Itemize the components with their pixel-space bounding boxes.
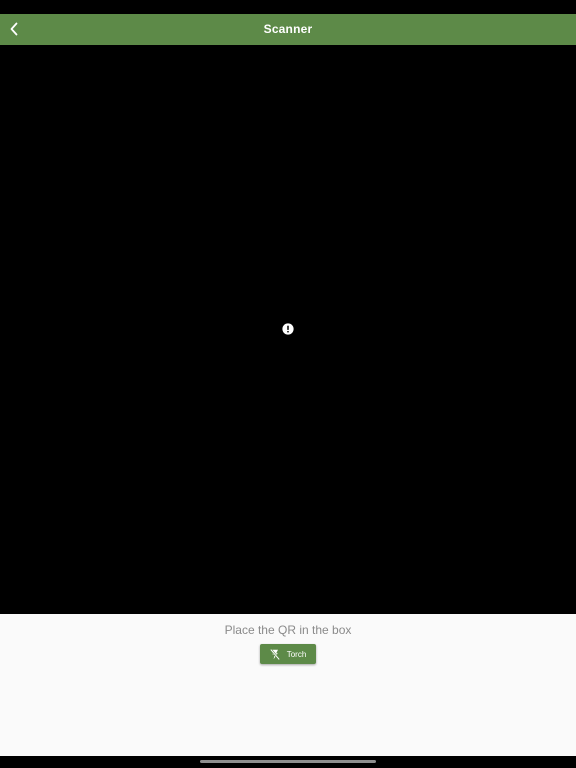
torch-button[interactable]: Torch xyxy=(260,644,316,664)
app-bar: Scanner xyxy=(0,14,576,45)
error-icon xyxy=(282,323,294,335)
torch-label: Torch xyxy=(286,649,307,659)
camera-preview xyxy=(0,45,576,614)
scanner-controls-panel: Place the QR in the box Torch xyxy=(0,614,576,756)
home-indicator[interactable] xyxy=(200,760,376,763)
home-indicator-area xyxy=(0,756,576,768)
scan-instruction: Place the QR in the box xyxy=(224,623,352,637)
flash-off-icon xyxy=(269,648,280,660)
status-bar xyxy=(0,0,576,14)
page-title: Scanner xyxy=(263,22,313,36)
